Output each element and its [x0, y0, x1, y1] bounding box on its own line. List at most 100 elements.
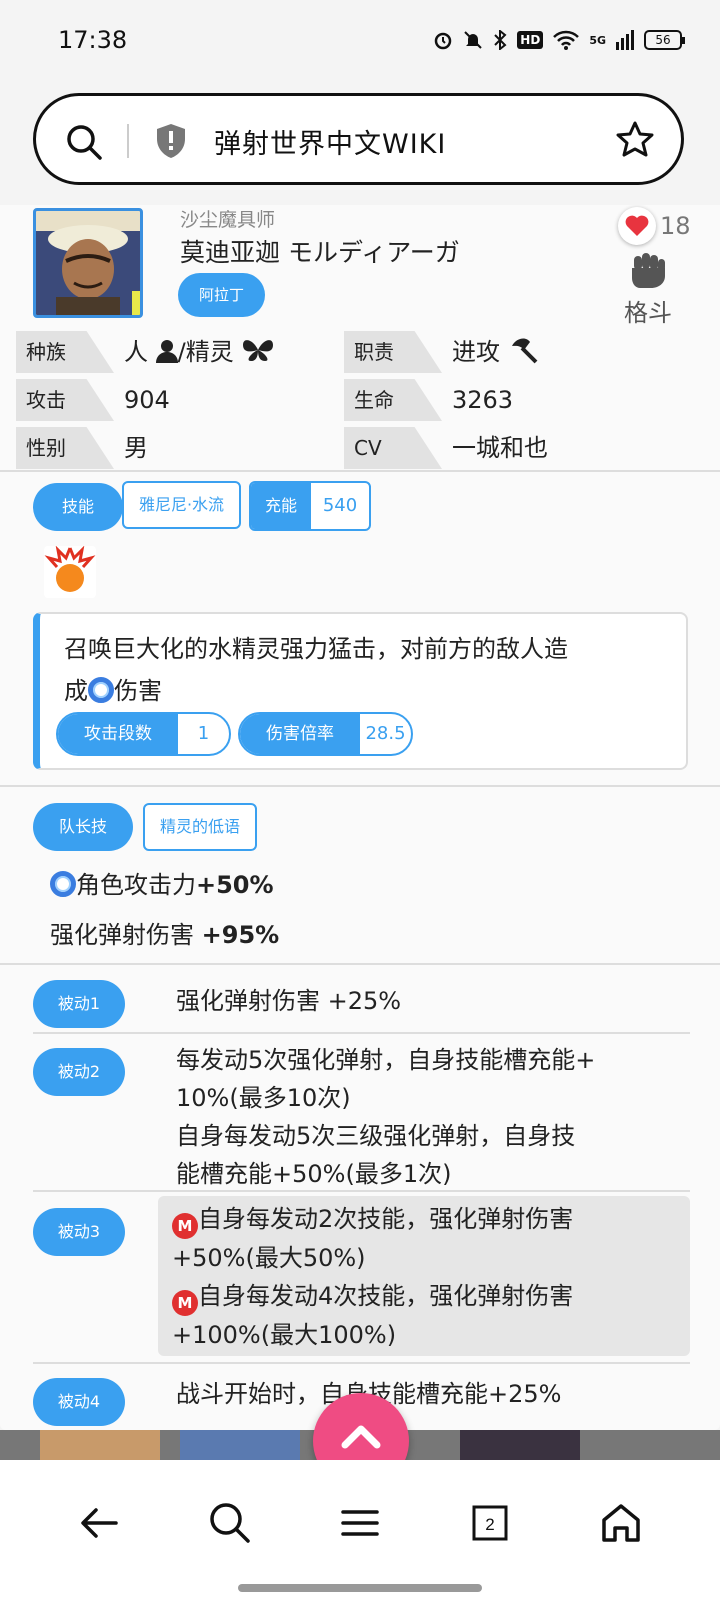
- status-time: 17:38: [58, 26, 128, 54]
- character-card: 沙尘魔具师 莫迪亚迦 モルディアーガ 阿拉丁 18 格斗 种族 人 /精灵 职责…: [0, 205, 720, 1430]
- role-label: 职责: [344, 331, 442, 373]
- leader-effect-1: 角色攻击力+50%: [50, 865, 274, 900]
- skill-description-line2: 成伤害: [64, 670, 674, 712]
- search-divider: [127, 124, 129, 158]
- axe-icon: [511, 338, 538, 364]
- character-name: 莫迪亚迦 モルディアーガ: [180, 238, 460, 267]
- magic-m-icon: M: [172, 1213, 198, 1239]
- skill-element-icon: [44, 545, 96, 598]
- tabs-icon[interactable]: 2: [465, 1498, 515, 1548]
- character-subtitle: 沙尘魔具师: [180, 209, 276, 231]
- back-arrow-icon[interactable]: [74, 1498, 124, 1548]
- water-element-icon: [50, 871, 76, 897]
- bookmark-star-icon[interactable]: [615, 120, 655, 160]
- menu-icon[interactable]: [335, 1498, 385, 1548]
- leader-effect-1-text: 角色攻击力: [76, 871, 196, 899]
- charge-label: 充能: [251, 483, 311, 529]
- divider: [0, 785, 720, 787]
- race-label: 种族: [16, 331, 114, 373]
- fist-icon: [632, 253, 665, 288]
- banner-character-image: [180, 1430, 300, 1460]
- charge-badge: 充能 540: [249, 481, 371, 531]
- leader-tab[interactable]: 队长技: [33, 803, 133, 851]
- like-badge[interactable]: 18: [618, 207, 691, 245]
- hp-label: 生命: [344, 379, 442, 421]
- battery-icon: 56: [644, 30, 685, 50]
- mute-bell-icon: [464, 31, 483, 49]
- like-count: 18: [660, 212, 691, 240]
- leader-effect-1-value: +50%: [196, 871, 274, 899]
- passive-3-line: +50%(最大50%): [172, 1244, 366, 1272]
- skill-name-tag[interactable]: 雅尼尼·水流: [122, 481, 241, 529]
- origin-tag[interactable]: 阿拉丁: [178, 273, 266, 317]
- multiplier-value: 28.5: [365, 723, 406, 744]
- gesture-bar[interactable]: [238, 1584, 482, 1592]
- passive-3-line: +100%(最大100%): [172, 1321, 397, 1349]
- passive-1-text: 强化弹射伤害 +25%: [176, 982, 666, 1020]
- person-icon: [155, 340, 178, 363]
- passive-2-line: 每发动5次强化弹射，自身技能槽充能+: [176, 1046, 596, 1074]
- leader-effect-2-text: 强化弹射伤害: [50, 921, 194, 949]
- hp-value: 3263: [452, 386, 514, 414]
- multiplier-badge: 伤害倍率 28.5: [238, 712, 413, 756]
- hits-badge: 攻击段数 1: [56, 712, 231, 756]
- alarm-icon: [435, 32, 452, 50]
- leader-skill-name-tag[interactable]: 精灵的低语: [143, 803, 257, 851]
- character-avatar[interactable]: [33, 208, 143, 318]
- skill-description-line1: 召唤巨大化的水精灵强力猛击，对前方的敌人造: [64, 635, 568, 663]
- desc-suffix: 伤害: [114, 677, 162, 705]
- wifi-icon: [553, 30, 580, 50]
- passive-4-tag[interactable]: 被动4: [33, 1378, 125, 1426]
- status-icons: HD 5G 56: [433, 30, 685, 50]
- row-divider: [33, 1362, 690, 1364]
- signal-icon: [616, 30, 634, 50]
- passive-3-text: M 自身每发动2次技能，强化弹射伤害 +50%(最大50%) M 自身每发动4次技能…: [172, 1200, 672, 1354]
- heart-icon: [625, 215, 649, 236]
- row-divider: [33, 1190, 690, 1192]
- leader-effect-2: 强化弹射伤害 +95%: [50, 915, 279, 950]
- water-element-icon: [88, 677, 114, 703]
- passive-2-line: 能槽充能+50%(最多1次): [176, 1160, 452, 1188]
- hits-value: 1: [197, 723, 210, 744]
- banner-character-image: [460, 1430, 580, 1460]
- shield-icon[interactable]: [154, 122, 188, 160]
- passive-2-tag[interactable]: 被动2: [33, 1048, 125, 1096]
- search-icon[interactable]: [205, 1498, 255, 1548]
- site-title[interactable]: 弹射世界中文WIKI: [214, 122, 446, 161]
- hits-label: 攻击段数: [58, 714, 178, 754]
- race-spirit: /精灵: [177, 338, 234, 366]
- attack-label: 攻击: [16, 379, 114, 421]
- search-bar[interactable]: 弹射世界中文WIKI: [33, 93, 684, 185]
- passive-1-tag[interactable]: 被动1: [33, 980, 125, 1028]
- charge-value: 540: [322, 495, 358, 516]
- passive-2-line: 自身每发动5次三级强化弹射，自身技: [176, 1122, 576, 1150]
- leader-effect-2-value: +95%: [201, 921, 280, 949]
- race-human: 人: [124, 338, 156, 366]
- passive-2-text: 每发动5次强化弹射，自身技能槽充能+ 10%(最多10次) 自身每发动5次三级强…: [176, 1041, 666, 1193]
- magic-m-icon: M: [172, 1290, 198, 1316]
- skill-tab[interactable]: 技能: [33, 483, 123, 531]
- row-divider: [33, 1032, 690, 1034]
- passive-3-line-text: 自身每发动4次技能，强化弹射伤害: [198, 1282, 574, 1310]
- divider: [0, 963, 720, 965]
- race-value: 人 /精灵: [124, 331, 275, 373]
- passive-3-tag[interactable]: 被动3: [33, 1208, 125, 1256]
- passive-4-text: 战斗开始时，自身技能槽充能+25%: [176, 1375, 666, 1413]
- passive-4-line: 战斗开始时，自身技能槽充能+25%: [176, 1375, 666, 1413]
- attack-value: 904: [124, 386, 170, 414]
- butterfly-icon: [243, 340, 274, 361]
- desc-prefix: 成: [64, 677, 88, 705]
- passive-3-line: M 自身每发动2次技能，强化弹射伤害: [172, 1200, 672, 1239]
- skill-description-box: 召唤巨大化的水精灵强力猛击，对前方的敌人造 成伤害 攻击段数 1 伤害倍率 28…: [33, 612, 688, 770]
- heart-button[interactable]: [618, 207, 656, 245]
- hd-badge: HD: [517, 31, 544, 49]
- home-icon[interactable]: [596, 1498, 646, 1548]
- network-label: 5G: [589, 33, 606, 47]
- search-icon[interactable]: [64, 122, 104, 162]
- gender-value: 男: [124, 434, 148, 462]
- passive-3-line-text: 自身每发动2次技能，强化弹射伤害: [198, 1205, 574, 1233]
- bluetooth-icon: [494, 30, 507, 50]
- multiplier-label: 伤害倍率: [240, 714, 360, 754]
- passive-3-line: M 自身每发动4次技能，强化弹射伤害: [172, 1277, 672, 1316]
- role-value: 进攻: [452, 331, 538, 373]
